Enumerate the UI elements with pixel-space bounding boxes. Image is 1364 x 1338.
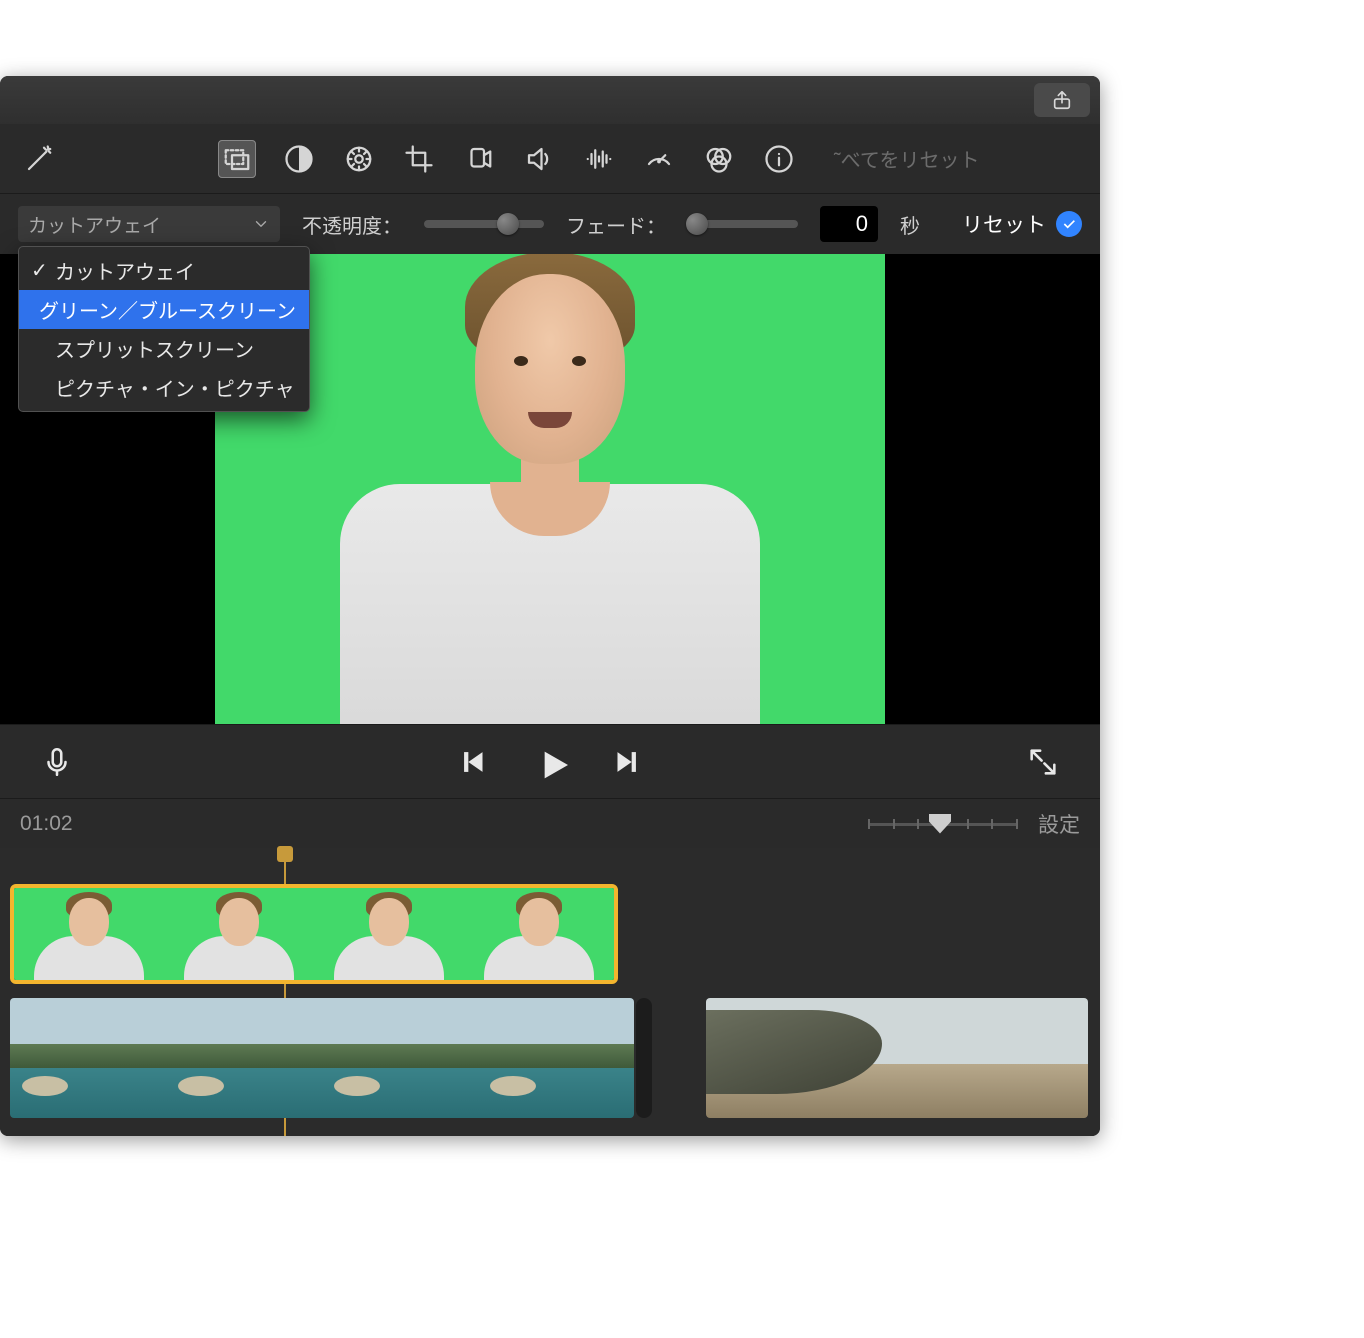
skip-forward-icon [609, 745, 643, 779]
adjustments-toolbar: ˜べてをリセット [0, 124, 1100, 194]
playback-bar [0, 724, 1100, 798]
clip-thumbnail [164, 888, 314, 980]
video-overlay-button[interactable] [218, 140, 256, 178]
color-correction-button[interactable] [342, 142, 376, 176]
overlay-mode-option-label: カットアウェイ [55, 256, 195, 285]
preview-subject [310, 254, 790, 724]
overlay-mode-option-label: ピクチャ・イン・ピクチャ [55, 373, 295, 402]
fade-label: フェード： [566, 210, 666, 239]
prev-button[interactable] [457, 745, 491, 779]
check-icon [1061, 216, 1077, 232]
fade-slider[interactable] [688, 220, 798, 228]
play-button[interactable] [533, 745, 567, 779]
clip-thumbnail [166, 998, 322, 1118]
fullscreen-button[interactable] [1026, 745, 1060, 779]
timeline-header: 01:02 設定 [0, 798, 1100, 848]
noise-eq-button[interactable] [582, 142, 616, 176]
share-button[interactable] [1034, 83, 1090, 117]
voiceover-button[interactable] [40, 745, 74, 779]
timecode: 01:02 [20, 812, 73, 836]
magic-wand-button[interactable] [22, 142, 56, 176]
imovie-window: ˜べてをリセット カットアウェイ 不透明度： フェード： 0 秒 リセット [0, 76, 1100, 1136]
overlay-controls-row: カットアウェイ 不透明度： フェード： 0 秒 リセット ✓カットアウェイグリー… [0, 194, 1100, 254]
timeline[interactable] [0, 848, 1100, 1136]
overlay-mode-value: カットアウェイ [28, 211, 161, 238]
clip-thumbnail [14, 888, 164, 980]
reset-all-label[interactable]: ˜べてをリセット [834, 144, 979, 173]
primary-clip[interactable] [10, 998, 634, 1118]
check-icon: ✓ [31, 258, 47, 283]
share-icon [1051, 89, 1073, 111]
filters-button[interactable] [702, 142, 736, 176]
volume-button[interactable] [522, 142, 556, 176]
opacity-label: 不透明度： [302, 210, 402, 239]
overlay-mode-option[interactable]: ✓ カットアウェイ [19, 251, 309, 290]
chevron-down-icon [252, 215, 270, 233]
opacity-slider[interactable] [424, 220, 544, 228]
play-icon [533, 745, 573, 785]
crop-button[interactable] [402, 142, 436, 176]
opacity-slider-knob[interactable] [497, 213, 519, 235]
overlay-mode-option-label: スプリットスクリーン [55, 334, 254, 363]
clip-thumbnail [464, 888, 614, 980]
overlay-clip[interactable] [10, 884, 618, 984]
speed-button[interactable] [642, 142, 676, 176]
skip-back-icon [457, 745, 491, 779]
overlay-reset-label[interactable]: リセット [962, 209, 1046, 239]
clip-gap-handle[interactable] [636, 998, 652, 1118]
next-button[interactable] [609, 745, 643, 779]
stabilization-button[interactable] [462, 142, 496, 176]
color-balance-button[interactable] [282, 142, 316, 176]
zoom-slider-knob[interactable] [929, 814, 951, 834]
preview-frame [215, 254, 885, 724]
overlay-mode-option[interactable]: スプリットスクリーン [19, 329, 309, 368]
titlebar [0, 76, 1100, 124]
clip-thumbnail [478, 998, 634, 1118]
clip-thumbnail [10, 998, 166, 1118]
overlay-mode-dropdown[interactable]: ✓ カットアウェイグリーン／ブルースクリーンスプリットスクリーンピクチャ・イン・ピ… [18, 246, 310, 412]
overlay-mode-option[interactable]: グリーン／ブルースクリーン [19, 290, 309, 329]
clip-thumbnail [314, 888, 464, 980]
timeline-settings-button[interactable]: 設定 [1038, 809, 1080, 839]
overlay-mode-option-label: グリーン／ブルースクリーン [39, 295, 296, 324]
expand-icon [1026, 745, 1060, 779]
fade-unit: 秒 [900, 210, 920, 239]
overlay-mode-select[interactable]: カットアウェイ [18, 206, 280, 242]
overlay-mode-option[interactable]: ピクチャ・イン・ピクチャ [19, 368, 309, 407]
zoom-slider[interactable] [868, 819, 1018, 829]
overlay-apply-button[interactable] [1056, 211, 1082, 237]
fade-slider-knob[interactable] [686, 213, 708, 235]
fade-value[interactable]: 0 [820, 206, 878, 242]
secondary-clip[interactable] [706, 998, 1088, 1118]
info-button[interactable] [762, 142, 796, 176]
microphone-icon [40, 745, 74, 779]
clip-thumbnail [322, 998, 478, 1118]
